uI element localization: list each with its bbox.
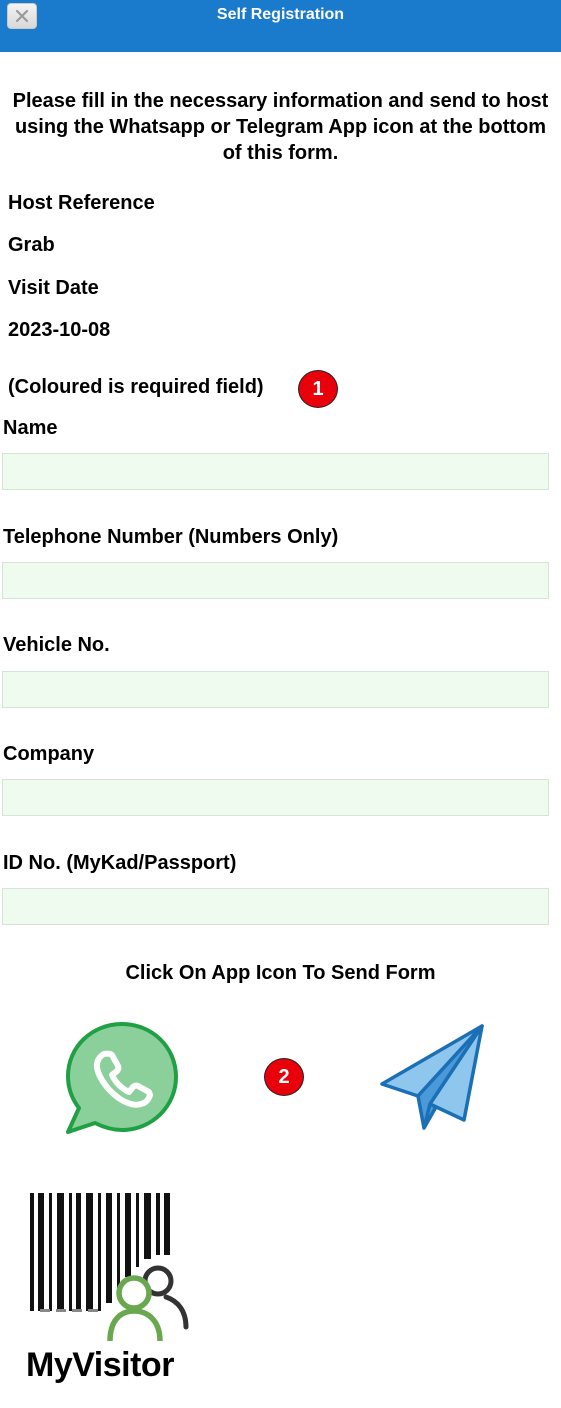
required-field-note: (Coloured is required field) xyxy=(8,376,264,398)
host-reference-value: Grab xyxy=(8,234,55,256)
host-reference-label: Host Reference xyxy=(8,192,155,214)
telephone-label: Telephone Number (Numbers Only) xyxy=(3,526,339,548)
company-label: Company xyxy=(3,743,95,765)
whatsapp-icon[interactable] xyxy=(64,1020,180,1136)
visit-date-label: Visit Date xyxy=(8,277,99,299)
vehicle-label: Vehicle No. xyxy=(3,634,110,656)
send-caption: Click On App Icon To Send Form xyxy=(125,962,436,984)
id-input[interactable] xyxy=(2,888,549,925)
telephone-input[interactable] xyxy=(2,562,549,599)
myvisitor-logo-text: MyVisitor xyxy=(26,1346,174,1384)
intro-text: Please fill in the necessary information… xyxy=(12,90,549,164)
telegram-icon[interactable] xyxy=(378,1022,488,1132)
myvisitor-logo xyxy=(30,1193,189,1342)
visit-date-value: 2023-10-08 xyxy=(8,319,111,341)
header-bar: Self Registration xyxy=(0,0,561,52)
company-input[interactable] xyxy=(2,779,549,816)
name-input[interactable] xyxy=(2,453,549,490)
name-label: Name xyxy=(3,417,58,439)
step-badge-2: 2 xyxy=(264,1058,304,1096)
step-badge-1: 1 xyxy=(298,370,338,408)
header-title: Self Registration xyxy=(216,6,345,23)
id-label: ID No. (MyKad/Passport) xyxy=(3,852,237,874)
vehicle-input[interactable] xyxy=(2,671,549,708)
page: Self Registration Please fill in the nec… xyxy=(0,0,561,1408)
